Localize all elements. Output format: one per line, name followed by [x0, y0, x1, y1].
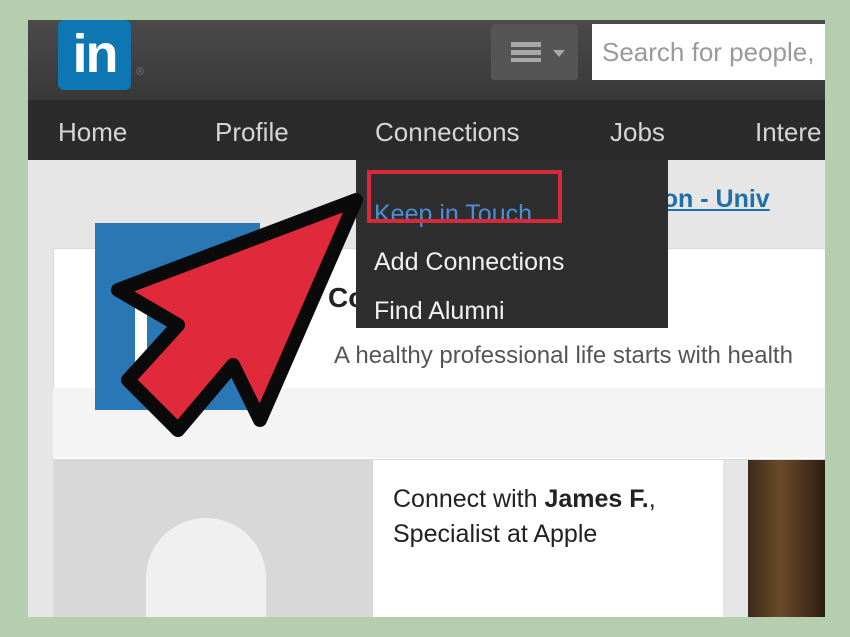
caret-down-icon [553, 50, 565, 57]
connect-name[interactable]: James F. [544, 485, 648, 513]
company-logo[interactable] [95, 223, 260, 410]
card-subtitle: A healthy professional life starts with … [334, 342, 793, 369]
highlight-box [367, 170, 562, 223]
top-bar: in ® [28, 20, 825, 100]
profile-photo[interactable] [748, 460, 825, 617]
search-input[interactable] [592, 24, 825, 80]
dropdown-item-add-connections[interactable]: Add Connections [374, 248, 564, 277]
company-logo-mark [135, 303, 197, 375]
linkedin-logo[interactable]: in [58, 20, 131, 90]
connect-suggestion-text: Connect with James F., Specialist at App… [393, 482, 693, 552]
registered-mark: ® [136, 66, 145, 78]
screenshot-frame: in ® Home Profile Connections Jobs Inter… [28, 20, 825, 617]
nav-item-profile[interactable]: Profile [215, 100, 289, 160]
nav-item-connections[interactable]: Connections [375, 100, 520, 160]
main-nav: Home Profile Connections Jobs Intere [28, 100, 825, 160]
nav-item-home[interactable]: Home [58, 100, 127, 160]
connect-prefix: Connect with [393, 485, 545, 513]
apps-menu-button[interactable] [491, 24, 578, 80]
nav-item-jobs[interactable]: Jobs [610, 100, 665, 160]
dropdown-item-find-alumni[interactable]: Find Alumni [374, 297, 505, 326]
menu-icon [511, 42, 541, 62]
nav-item-interests[interactable]: Intere [755, 100, 822, 160]
